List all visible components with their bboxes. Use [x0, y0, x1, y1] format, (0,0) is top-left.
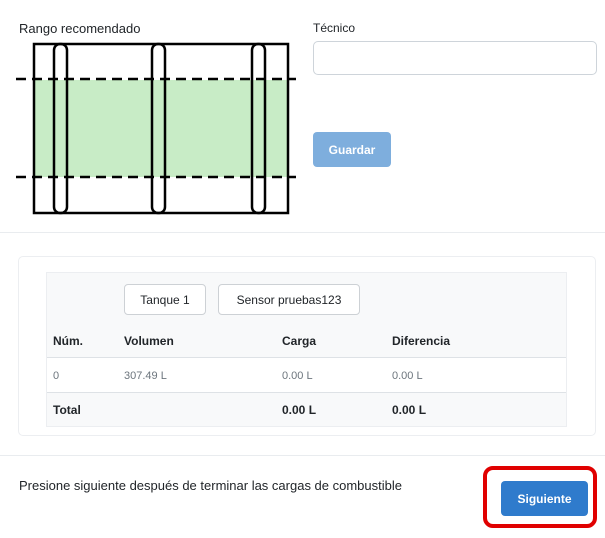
column-header-volume: Volumen — [124, 334, 174, 348]
column-header-load: Carga — [282, 334, 317, 348]
tab-tanque-1[interactable]: Tanque 1 — [124, 284, 206, 315]
row-difference: 0.00 L — [392, 370, 423, 382]
next-button[interactable]: Siguiente — [501, 481, 588, 516]
row-load: 0.00 L — [282, 370, 313, 382]
section-divider — [0, 232, 605, 233]
recommended-range-band — [33, 80, 287, 177]
row-volume: 307.49 L — [124, 370, 167, 382]
total-load: 0.00 L — [282, 403, 317, 417]
footer-divider — [0, 455, 605, 456]
recommended-range-label: Rango recomendado — [19, 21, 141, 36]
technician-input[interactable] — [313, 41, 597, 75]
row-num: 0 — [53, 370, 60, 382]
total-label: Total — [53, 403, 81, 417]
tank-range-diagram — [16, 42, 296, 215]
save-button[interactable]: Guardar — [313, 132, 391, 167]
column-header-difference: Diferencia — [392, 334, 451, 348]
total-difference: 0.00 L — [392, 403, 427, 417]
tab-sensor-pruebas[interactable]: Sensor pruebas123 — [218, 284, 360, 315]
column-header-num: Núm. — [53, 334, 83, 348]
instruction-text: Presione siguiente después de terminar l… — [19, 478, 402, 493]
technician-label: Técnico — [313, 21, 356, 35]
